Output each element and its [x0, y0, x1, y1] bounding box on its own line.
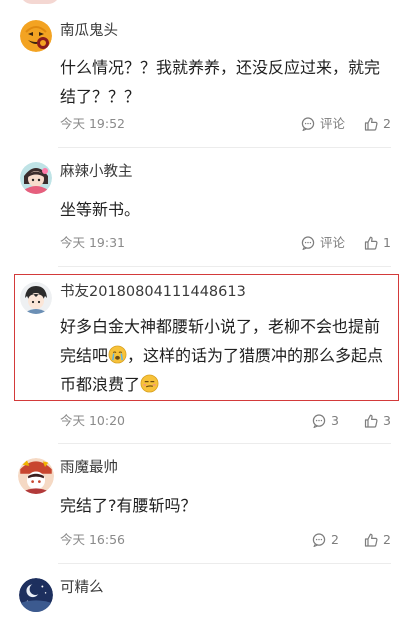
comment-meta: 今天 10:20 3 3 [60, 411, 391, 431]
like-button[interactable]: 2 [364, 114, 391, 134]
crying-emoji-icon [108, 345, 127, 364]
thumbs-up-icon [364, 236, 378, 250]
divider [58, 443, 391, 444]
comment-username[interactable]: 南瓜鬼头 [60, 21, 118, 41]
comment-text: 坐等新书。 [60, 200, 141, 219]
comment-bubble-icon [312, 414, 326, 428]
comment-username[interactable]: 书友20180804111448613 [60, 282, 246, 302]
comment-meta: 今天 19:31 评论 1 [60, 233, 391, 253]
comment-time: 今天 19:52 [60, 116, 125, 131]
comment-username[interactable]: 雨魔最帅 [60, 458, 118, 478]
reply-count: 2 [331, 532, 339, 547]
comment-bubble-icon [301, 236, 315, 250]
smirk-emoji-icon [140, 374, 159, 393]
comment-text: 好多白金大神都腰斩小说了，老柳不会也提前完结吧 ，这样的话为了猎赝冲的那么多起点币… [60, 312, 395, 399]
thumbs-up-icon [364, 117, 378, 131]
like-count: 2 [383, 116, 391, 131]
like-count: 1 [383, 235, 391, 250]
divider [58, 266, 391, 267]
divider [58, 563, 391, 564]
comment-meta: 今天 16:56 2 2 [60, 530, 391, 550]
comment-username[interactable]: 可精么 [60, 578, 104, 598]
comment-bubble-icon [312, 533, 326, 547]
thumbs-up-icon [364, 414, 378, 428]
like-button[interactable]: 1 [364, 233, 391, 253]
reply-label: 评论 [319, 235, 345, 250]
reply-button[interactable]: 评论 [301, 114, 345, 134]
divider [58, 147, 391, 148]
comment-time: 今天 10:20 [60, 413, 125, 428]
reply-label: 评论 [319, 116, 345, 131]
comment-bubble-icon [301, 117, 315, 131]
anime-character-avatar-icon[interactable] [18, 458, 54, 494]
comment-text: 完结了?有腰斩吗？ [60, 496, 197, 515]
like-count: 3 [383, 413, 391, 428]
reply-button[interactable]: 2 [312, 530, 339, 550]
comment-meta: 今天 19:52 评论 2 [60, 114, 391, 134]
reply-count: 3 [331, 413, 339, 428]
comment-username[interactable]: 麻辣小教主 [60, 162, 133, 182]
night-moon-avatar-icon[interactable] [19, 578, 53, 612]
reply-button[interactable]: 评论 [301, 233, 345, 253]
like-button[interactable]: 2 [364, 530, 391, 550]
previous-comment-avatar-fragment [0, 0, 413, 6]
anime-boy-avatar-icon[interactable] [20, 282, 52, 314]
pumpkin-avatar-icon[interactable] [20, 20, 52, 52]
like-count: 2 [383, 532, 391, 547]
like-button[interactable]: 3 [364, 411, 391, 431]
comment-time: 今天 16:56 [60, 532, 125, 547]
comment-text: 什么情况？？我就养养，还没反应过来，就完结了？？？ [60, 58, 381, 106]
comment-time: 今天 19:31 [60, 235, 125, 250]
thumbs-up-icon [364, 533, 378, 547]
reply-button[interactable]: 3 [312, 411, 339, 431]
cartoon-girl-avatar-icon[interactable] [20, 162, 52, 194]
